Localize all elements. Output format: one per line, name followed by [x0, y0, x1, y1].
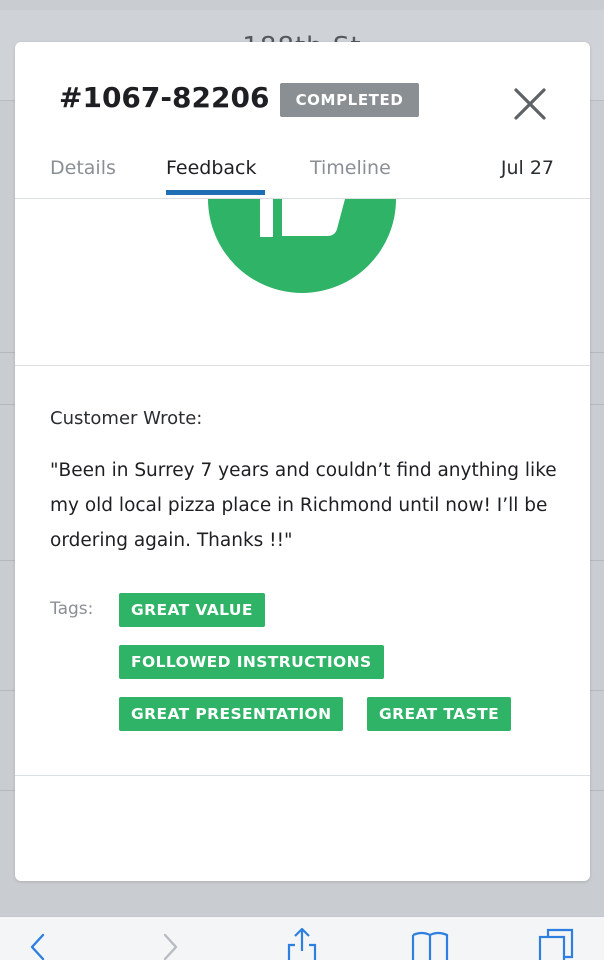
bookmarks-button[interactable] — [410, 929, 450, 960]
customer-wrote-label: Customer Wrote: — [50, 408, 203, 429]
tag-badge: GREAT TASTE — [367, 697, 512, 731]
browser-toolbar — [0, 916, 604, 960]
tab-bar: Details Feedback Timeline Jul 27 — [15, 152, 590, 198]
tabs-icon — [538, 928, 574, 960]
tab-timeline[interactable]: Timeline — [310, 157, 391, 179]
active-tab-indicator — [166, 190, 265, 195]
share-button[interactable] — [284, 925, 320, 960]
thumbs-logo-icon — [208, 199, 396, 293]
logo-divider — [15, 365, 590, 366]
back-icon — [30, 933, 45, 960]
order-modal: #1067-82206 COMPLETED Details Feedback T… — [15, 42, 590, 881]
tab-feedback[interactable]: Feedback — [166, 157, 256, 179]
bookmarks-icon — [411, 931, 449, 960]
status-badge: COMPLETED — [280, 83, 419, 117]
order-date: Jul 27 — [500, 157, 554, 179]
feedback-divider — [15, 775, 590, 776]
tag-badge: GREAT VALUE — [119, 593, 265, 627]
close-button[interactable] — [508, 82, 552, 126]
tabs-button[interactable] — [536, 927, 576, 960]
order-number: #1067-82206 — [59, 81, 270, 114]
customer-comment: "Been in Surrey 7 years and couldn’t fin… — [50, 460, 557, 551]
share-icon — [287, 927, 317, 960]
feedback-logo-area — [15, 199, 590, 365]
tag-badge: GREAT PRESENTATION — [119, 697, 344, 731]
close-icon — [514, 88, 546, 120]
tab-details[interactable]: Details — [50, 157, 116, 179]
tags-label: Tags: — [50, 599, 94, 619]
back-button[interactable] — [26, 931, 50, 960]
forward-button[interactable] — [158, 931, 182, 960]
forward-icon — [163, 933, 178, 960]
tag-badge: FOLLOWED INSTRUCTIONS — [119, 645, 384, 679]
